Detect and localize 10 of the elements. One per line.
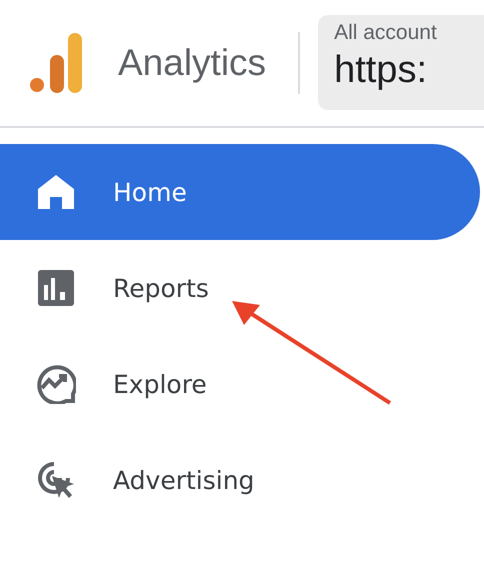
logo-icon	[30, 33, 84, 93]
target-cursor-icon	[36, 460, 76, 500]
nav-item[interactable]: Advertising	[0, 432, 480, 528]
bar-chart-icon	[36, 270, 76, 306]
product-name: Analytics	[118, 42, 266, 84]
account-selector[interactable]: All account https:	[318, 15, 484, 110]
nav-item[interactable]: Reports	[0, 240, 480, 336]
nav-item[interactable]: Home	[0, 144, 480, 240]
nav-item[interactable]: Explore	[0, 336, 480, 432]
home-icon	[36, 175, 76, 209]
